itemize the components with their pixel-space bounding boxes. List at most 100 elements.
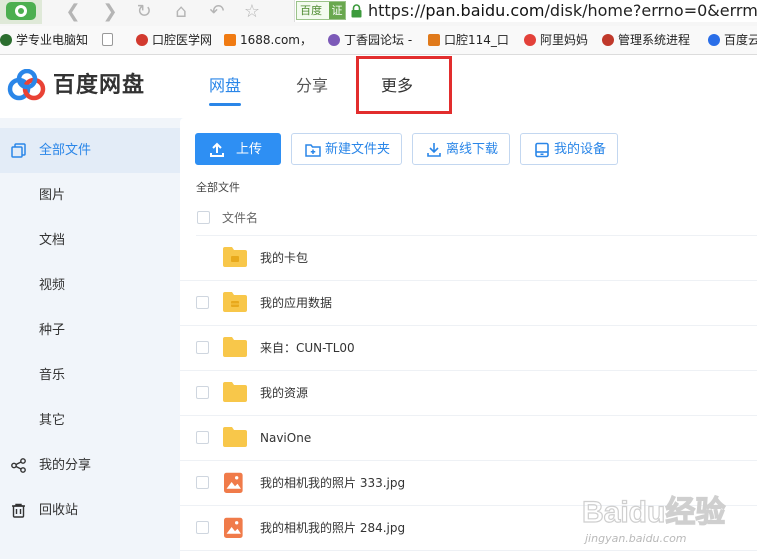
my-device-label: 我的设备 xyxy=(554,142,607,157)
active-tab-indicator xyxy=(209,103,241,106)
bookmark-favicon-icon xyxy=(708,34,720,46)
upload-button[interactable]: 上传 xyxy=(195,133,281,165)
sidebar-item-torrents[interactable]: 种子 xyxy=(0,308,180,353)
bookmark-label: 口腔医学网 xyxy=(152,33,213,47)
sidebar-item-recycle-bin[interactable]: 回收站 xyxy=(0,488,180,533)
bookmark-item[interactable]: 口腔114_口 xyxy=(428,32,509,48)
row-checkbox[interactable] xyxy=(196,431,209,444)
watermark-subtext: jingyan.baidu.com xyxy=(585,532,687,545)
forward-icon[interactable]: ❯ xyxy=(97,0,123,24)
new-folder-label: 新建文件夹 xyxy=(325,142,391,157)
bookmark-label: 管理系统进程 xyxy=(618,33,691,47)
my-device-button[interactable]: 我的设备 xyxy=(520,133,618,165)
download-icon xyxy=(427,143,441,157)
column-header-filename[interactable]: 文件名 xyxy=(222,209,258,226)
sidebar-item-label: 图片 xyxy=(39,188,66,203)
sidebar-item-my-share[interactable]: 我的分享 xyxy=(0,443,180,488)
folder-icon xyxy=(223,382,247,402)
bookmark-favicon-icon xyxy=(0,34,12,46)
bookmark-item[interactable]: 口腔医学网 xyxy=(136,32,212,48)
url-scheme: https:// xyxy=(368,1,426,20)
back-icon[interactable]: ❮ xyxy=(60,0,86,24)
sidebar-item-images[interactable]: 图片 xyxy=(0,173,180,218)
tab-disk[interactable]: 网盘 xyxy=(209,76,241,96)
image-file-icon xyxy=(224,517,243,538)
new-folder-icon xyxy=(305,144,321,157)
bookmark-item[interactable]: 1688.com， xyxy=(224,32,312,48)
offline-download-label: 离线下载 xyxy=(446,142,499,157)
cert-badge-mark: 证 xyxy=(329,2,345,19)
file-row[interactable]: 我的应用数据 xyxy=(180,281,757,326)
url-host: pan.baidu.com xyxy=(425,1,545,20)
file-name[interactable]: 我的卡包 xyxy=(260,236,308,280)
bookmark-favicon-icon xyxy=(428,34,440,46)
upload-icon xyxy=(210,142,224,157)
file-name[interactable]: NaviOne xyxy=(260,416,311,460)
bookmark-label: 阿里妈妈 xyxy=(540,33,589,47)
sidebar-item-other[interactable]: 其它 xyxy=(0,398,180,443)
offline-download-button[interactable]: 离线下载 xyxy=(412,133,510,165)
cert-badge[interactable]: 百度证 xyxy=(296,1,346,20)
file-name[interactable]: 我的资源 xyxy=(260,371,308,415)
bookmark-item[interactable]: 丁香园论坛 - xyxy=(328,32,412,48)
file-name[interactable]: 我的相机我的照片 284.jpg xyxy=(260,506,405,550)
bookmark-item[interactable] xyxy=(102,32,117,48)
bookmark-label: 百度云 xyxy=(724,33,757,47)
sidebar-item-label: 文档 xyxy=(39,233,66,248)
file-name[interactable]: 我的相机我的照片 333.jpg xyxy=(260,461,405,505)
row-checkbox[interactable] xyxy=(196,476,209,489)
sidebar-item-documents[interactable]: 文档 xyxy=(0,218,180,263)
page-icon xyxy=(102,33,113,46)
file-row[interactable]: 我的资源 xyxy=(180,371,757,416)
sidebar-item-label: 视频 xyxy=(39,278,66,293)
refresh-icon[interactable]: ↻ xyxy=(131,0,157,24)
bookmark-label: 丁香园论坛 - xyxy=(344,33,413,47)
bookmark-label: 学专业电脑知 xyxy=(16,33,89,47)
file-row[interactable]: 我的卡包 xyxy=(180,236,757,281)
highlight-annotation-box xyxy=(356,56,452,114)
browser-logo-icon[interactable] xyxy=(0,0,42,24)
baidu-cloud-logo-icon[interactable] xyxy=(6,68,48,103)
bookmark-item[interactable]: 阿里妈妈 xyxy=(524,32,588,48)
watermark-text: Baidu经验 xyxy=(582,495,725,529)
file-name[interactable]: 来自：CUN-TL00 xyxy=(260,326,355,370)
file-name[interactable]: 我的应用数据 xyxy=(260,281,332,325)
file-row[interactable]: 来自：CUN-TL00 xyxy=(180,326,757,371)
row-checkbox[interactable] xyxy=(196,521,209,534)
sidebar-item-videos[interactable]: 视频 xyxy=(0,263,180,308)
row-checkbox[interactable] xyxy=(196,296,209,309)
device-icon xyxy=(535,142,549,158)
bookmark-favicon-icon xyxy=(136,34,148,46)
sidebar-item-label: 音乐 xyxy=(39,368,66,383)
bookmark-label: 口腔114_口 xyxy=(444,33,509,47)
files-icon xyxy=(11,143,26,158)
image-file-icon xyxy=(224,472,243,493)
folder-icon xyxy=(223,337,247,357)
lock-icon xyxy=(351,3,362,18)
logo-text: 百度网盘 xyxy=(53,73,146,98)
folder-special-icon xyxy=(223,292,247,312)
bookmark-favicon-icon xyxy=(524,34,536,46)
breadcrumb[interactable]: 全部文件 xyxy=(196,179,240,195)
bookmark-favicon-icon xyxy=(602,34,614,46)
home-icon[interactable]: ⌂ xyxy=(168,0,194,24)
sidebar-item-music[interactable]: 音乐 xyxy=(0,353,180,398)
row-checkbox[interactable] xyxy=(196,341,209,354)
bookmark-label: 1688.com， xyxy=(240,33,312,47)
favorite-star-icon[interactable]: ☆ xyxy=(239,0,265,24)
new-folder-button[interactable]: 新建文件夹 xyxy=(291,133,402,165)
select-all-checkbox[interactable] xyxy=(197,211,210,224)
row-checkbox[interactable] xyxy=(196,386,209,399)
bookmark-item[interactable]: 百度云 xyxy=(708,32,757,48)
sidebar-item-all-files[interactable]: 全部文件 xyxy=(0,128,180,173)
bookmark-item[interactable]: 学专业电脑知 xyxy=(0,32,88,48)
undo-icon[interactable]: ↶ xyxy=(204,0,230,24)
bookmark-favicon-icon xyxy=(328,34,340,46)
file-row[interactable]: NaviOne xyxy=(180,416,757,461)
bookmarks-bar: 学专业电脑知 口腔医学网 1688.com， 丁香园论坛 - 口腔114_口 阿… xyxy=(0,26,757,55)
tab-share[interactable]: 分享 xyxy=(296,76,328,96)
sidebar-item-label: 我的分享 xyxy=(39,458,92,473)
bookmark-item[interactable]: 管理系统进程 xyxy=(602,32,690,48)
url-path: /disk/home?errno=0&errmsg= xyxy=(544,1,757,20)
sidebar-item-label: 全部文件 xyxy=(39,143,92,158)
